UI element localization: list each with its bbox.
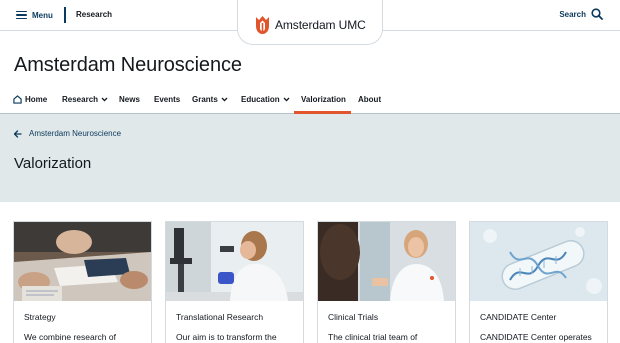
nav-item-education[interactable]: Education [241,93,290,106]
menu-label: Menu [32,10,53,20]
meeting-photo [14,222,151,301]
nav-label: Home [25,95,48,104]
nav-item-research[interactable]: Research [62,93,108,106]
back-link[interactable]: Amsterdam Neuroscience [13,129,121,138]
tulip-logo-icon [256,16,269,34]
nav-label: News [119,95,140,104]
main-nav: Home Research News Events Grants Educati… [0,87,620,114]
logo-text: Amsterdam UMC [275,18,366,32]
card-title: CANDIDATE Center [480,312,557,322]
hamburger-icon [16,10,27,20]
search-label: Search [559,9,586,19]
logo[interactable]: Amsterdam UMC [237,0,383,45]
card-candidate-center[interactable]: CANDIDATE Center CANDIDATE Center operat… [469,221,608,343]
nav-item-about[interactable]: About [358,93,381,106]
chevron-down-icon [101,97,108,102]
nav-item-grants[interactable]: Grants [192,93,228,106]
card-text: We combine research of [24,332,116,342]
dna-vial-photo [470,222,607,301]
nav-label: About [358,95,382,104]
card-title: Strategy [24,312,56,322]
card-text: The clinical trial team of [328,332,418,342]
card-title: Translational Research [176,312,264,322]
nav-item-news[interactable]: News [119,93,140,106]
card-image [14,222,151,301]
site-title[interactable]: Amsterdam Neuroscience [14,54,242,77]
card-strategy[interactable]: Strategy We combine research of [13,221,152,343]
arrow-left-icon [13,129,22,138]
nav-label: Grants [192,95,218,104]
nav-label: Research [62,95,99,104]
card-image [470,222,607,301]
card-title: Clinical Trials [328,312,379,322]
menu-button[interactable]: Menu [16,8,53,22]
chevron-down-icon [283,97,290,102]
card-clinical-trials[interactable]: Clinical Trials The clinical trial team … [317,221,456,343]
lab-photo [166,222,303,301]
nav-item-events[interactable]: Events [154,93,180,106]
research-link[interactable]: Research [76,10,112,19]
clinic-photo [318,222,455,301]
card-text: CANDIDATE Center operates [480,332,592,342]
card-text: Our aim is to transform the [176,332,277,342]
home-icon [13,95,22,104]
top-divider [64,7,66,23]
nav-label: Education [241,95,280,104]
nav-label: Valorization [301,95,346,104]
card-translational-research[interactable]: Translational Research Our aim is to tra… [165,221,304,343]
nav-item-valorization[interactable]: Valorization [301,93,346,106]
page-title: Valorization [14,155,92,172]
search-icon [591,8,603,20]
card-image [166,222,303,301]
search-button[interactable]: Search [559,8,603,20]
nav-item-home[interactable]: Home [13,93,47,106]
card-image [318,222,455,301]
page-header: Amsterdam Neuroscience Valorization [0,114,620,202]
back-link-label: Amsterdam Neuroscience [29,129,122,138]
nav-label: Events [154,95,181,104]
chevron-down-icon [221,97,228,102]
